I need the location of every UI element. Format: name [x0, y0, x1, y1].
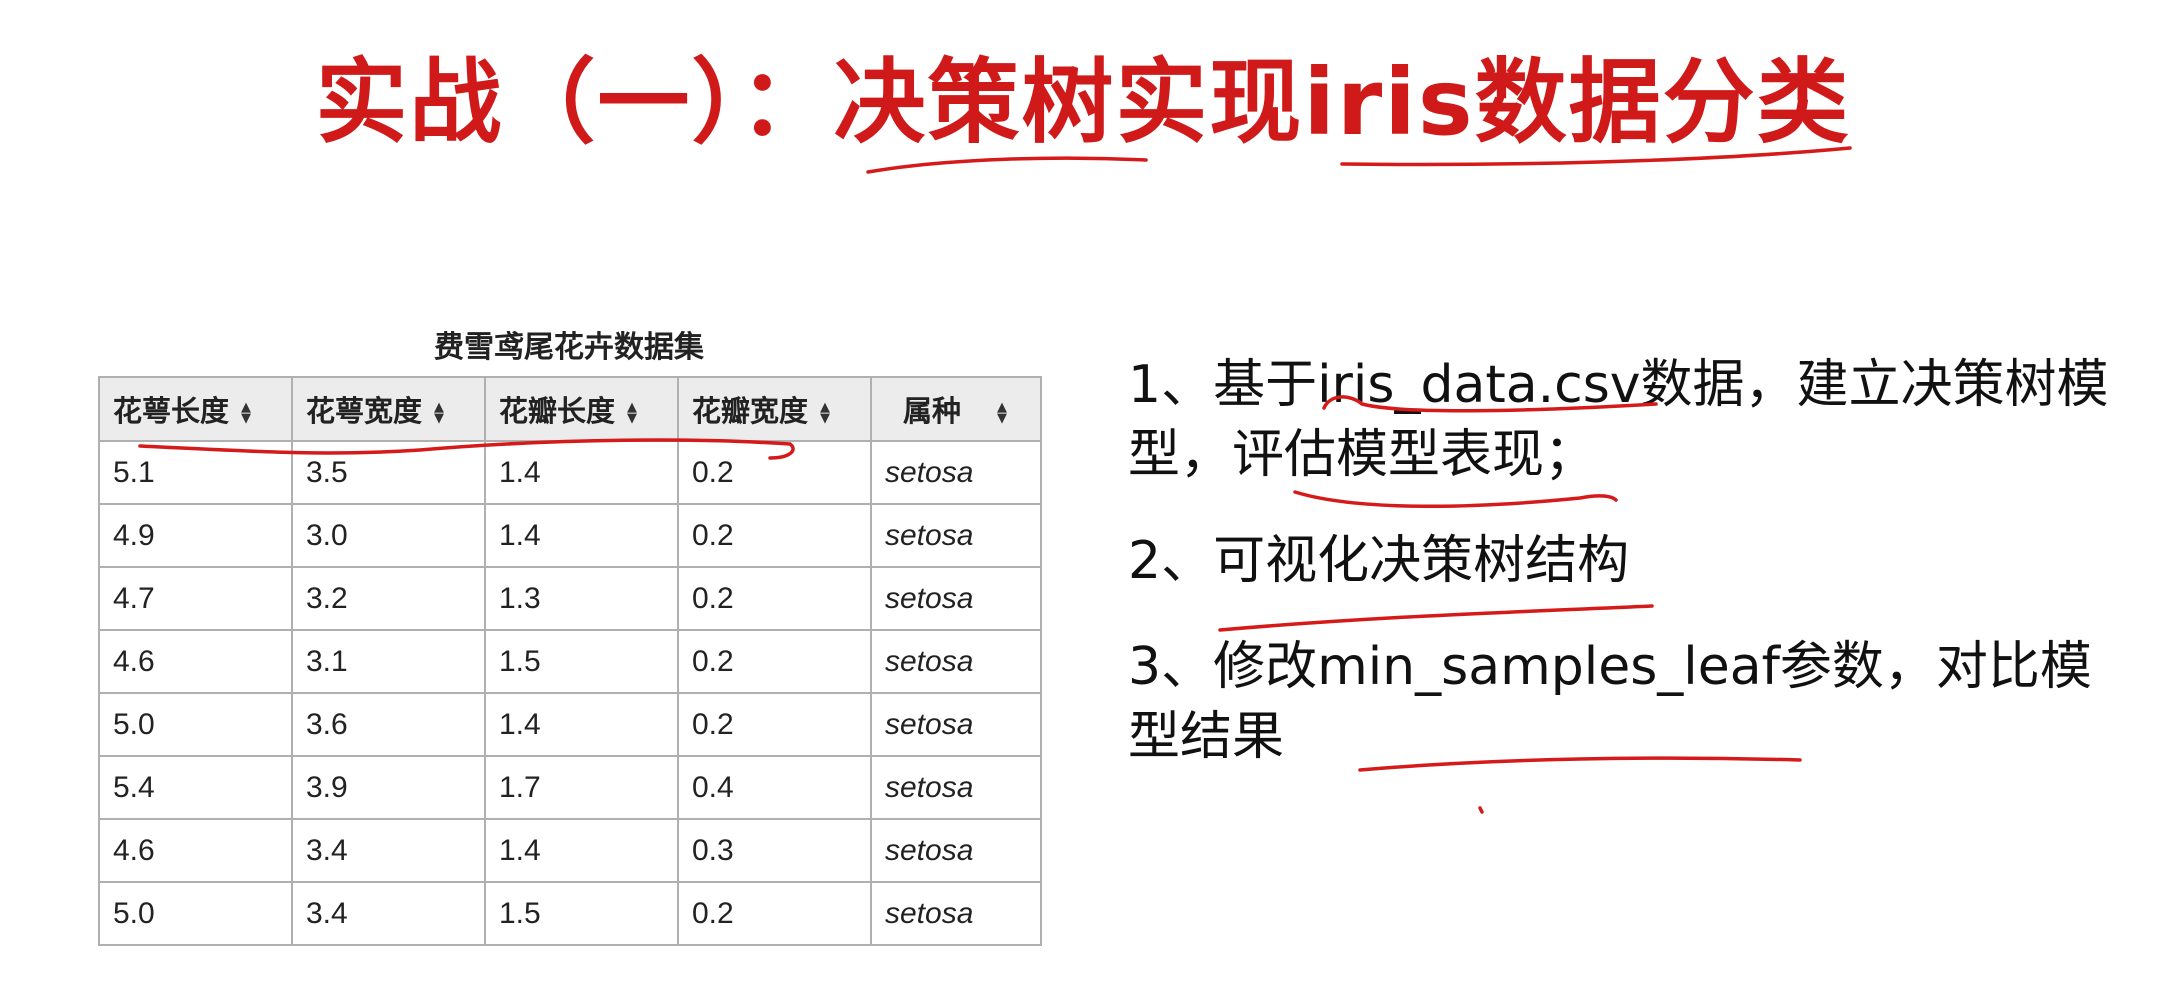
- table-cell: 0.2: [677, 566, 872, 631]
- table-cell: 3.0: [291, 503, 486, 568]
- sort-icon: ▲ ▼: [997, 400, 1007, 426]
- table-cell: 0.2: [677, 881, 872, 946]
- table-cell: 3.2: [291, 566, 486, 631]
- table-cell: 1.5: [484, 881, 679, 946]
- sort-icon: ▲ ▼: [434, 400, 445, 426]
- table-cell-species: setosa: [870, 629, 1042, 694]
- table-cell: 0.4: [677, 755, 872, 820]
- table-cell-species: setosa: [870, 692, 1042, 757]
- column-header-species[interactable]: 属种 ▲ ▼: [870, 376, 1042, 442]
- column-header-petal-width[interactable]: 花瓣宽度 ▲ ▼: [677, 376, 872, 442]
- table-cell: 0.3: [677, 818, 872, 883]
- table-row: 4.6 3.1 1.5 0.2 setosa: [98, 629, 1042, 694]
- column-header-label: 花萼长度: [113, 394, 230, 428]
- table-cell: 5.1: [98, 440, 293, 505]
- iris-data-table: 花萼长度 ▲ ▼ 花萼宽度 ▲ ▼ 花瓣长度 ▲ ▼ 花瓣宽度 ▲ ▼ 属种 ▲ ▼ 5.1 3.5…: [98, 376, 1042, 946]
- task-item-1: 1、基于iris_data.csv数据，建立决策树模型，评估模型表现；: [1128, 355, 2109, 485]
- column-header-label: 花瓣长度: [499, 394, 616, 428]
- table-row: 4.6 3.4 1.4 0.3 setosa: [98, 818, 1042, 883]
- table-cell: 4.6: [98, 629, 293, 694]
- table-cell: 3.5: [291, 440, 486, 505]
- task-item-3: 3、修改min_samples_leaf参数，对比模型结果: [1128, 637, 2092, 767]
- table-cell: 3.9: [291, 755, 486, 820]
- table-cell: 1.7: [484, 755, 679, 820]
- table-cell: 3.6: [291, 692, 486, 757]
- table-cell: 4.6: [98, 818, 293, 883]
- slide-title: 实战（一）：决策树实现iris数据分类: [315, 49, 1851, 156]
- column-header-sepal-width[interactable]: 花萼宽度 ▲ ▼: [291, 376, 486, 442]
- sort-icon: ▲ ▼: [627, 400, 638, 426]
- table-cell: 0.2: [677, 440, 872, 505]
- ink-dot: [1478, 806, 1484, 814]
- column-header-sepal-length[interactable]: 花萼长度 ▲ ▼: [98, 376, 293, 442]
- sort-icon: ▲ ▼: [820, 400, 831, 426]
- table-cell: 4.9: [98, 503, 293, 568]
- table-cell-species: setosa: [870, 881, 1042, 946]
- table-cell: 5.0: [98, 692, 293, 757]
- table-cell: 3.4: [291, 818, 486, 883]
- column-header-petal-length[interactable]: 花瓣长度 ▲ ▼: [484, 376, 679, 442]
- table-cell: 5.4: [98, 755, 293, 820]
- task-list: 1、基于iris_data.csv数据，建立决策树模型，评估模型表现； 2、可视…: [1128, 350, 2138, 808]
- table-row: 5.4 3.9 1.7 0.4 setosa: [98, 755, 1042, 820]
- table-cell-species: setosa: [870, 566, 1042, 631]
- column-header-label: 花瓣宽度: [692, 394, 809, 428]
- table-header-row: 花萼长度 ▲ ▼ 花萼宽度 ▲ ▼ 花瓣长度 ▲ ▼ 花瓣宽度 ▲ ▼ 属种 ▲ ▼: [98, 376, 1042, 442]
- table-cell-species: setosa: [870, 440, 1042, 505]
- table-cell: 0.2: [677, 503, 872, 568]
- task-item-2: 2、可视化决策树结构: [1128, 531, 1630, 591]
- table-caption: 费雪鸢尾花卉数据集: [434, 330, 704, 365]
- table-row: 5.1 3.5 1.4 0.2 setosa: [98, 440, 1042, 505]
- table-cell: 4.7: [98, 566, 293, 631]
- table-cell: 1.4: [484, 818, 679, 883]
- table-cell-species: setosa: [870, 755, 1042, 820]
- table-cell: 1.5: [484, 629, 679, 694]
- table-row: 4.9 3.0 1.4 0.2 setosa: [98, 503, 1042, 568]
- table-cell: 1.4: [484, 440, 679, 505]
- table-row: 5.0 3.4 1.5 0.2 setosa: [98, 881, 1042, 946]
- column-header-label: 花萼宽度: [306, 394, 423, 428]
- table-row: 4.7 3.2 1.3 0.2 setosa: [98, 566, 1042, 631]
- table-cell: 1.3: [484, 566, 679, 631]
- table-cell: 1.4: [484, 692, 679, 757]
- table-row: 5.0 3.6 1.4 0.2 setosa: [98, 692, 1042, 757]
- table-cell: 0.2: [677, 692, 872, 757]
- table-cell-species: setosa: [870, 503, 1042, 568]
- table-cell: 3.4: [291, 881, 486, 946]
- column-header-label: 属种: [902, 394, 961, 428]
- table-cell: 0.2: [677, 629, 872, 694]
- table-cell: 5.0: [98, 881, 293, 946]
- table-cell-species: setosa: [870, 818, 1042, 883]
- table-cell: 1.4: [484, 503, 679, 568]
- sort-icon: ▲ ▼: [241, 400, 252, 426]
- table-cell: 3.1: [291, 629, 486, 694]
